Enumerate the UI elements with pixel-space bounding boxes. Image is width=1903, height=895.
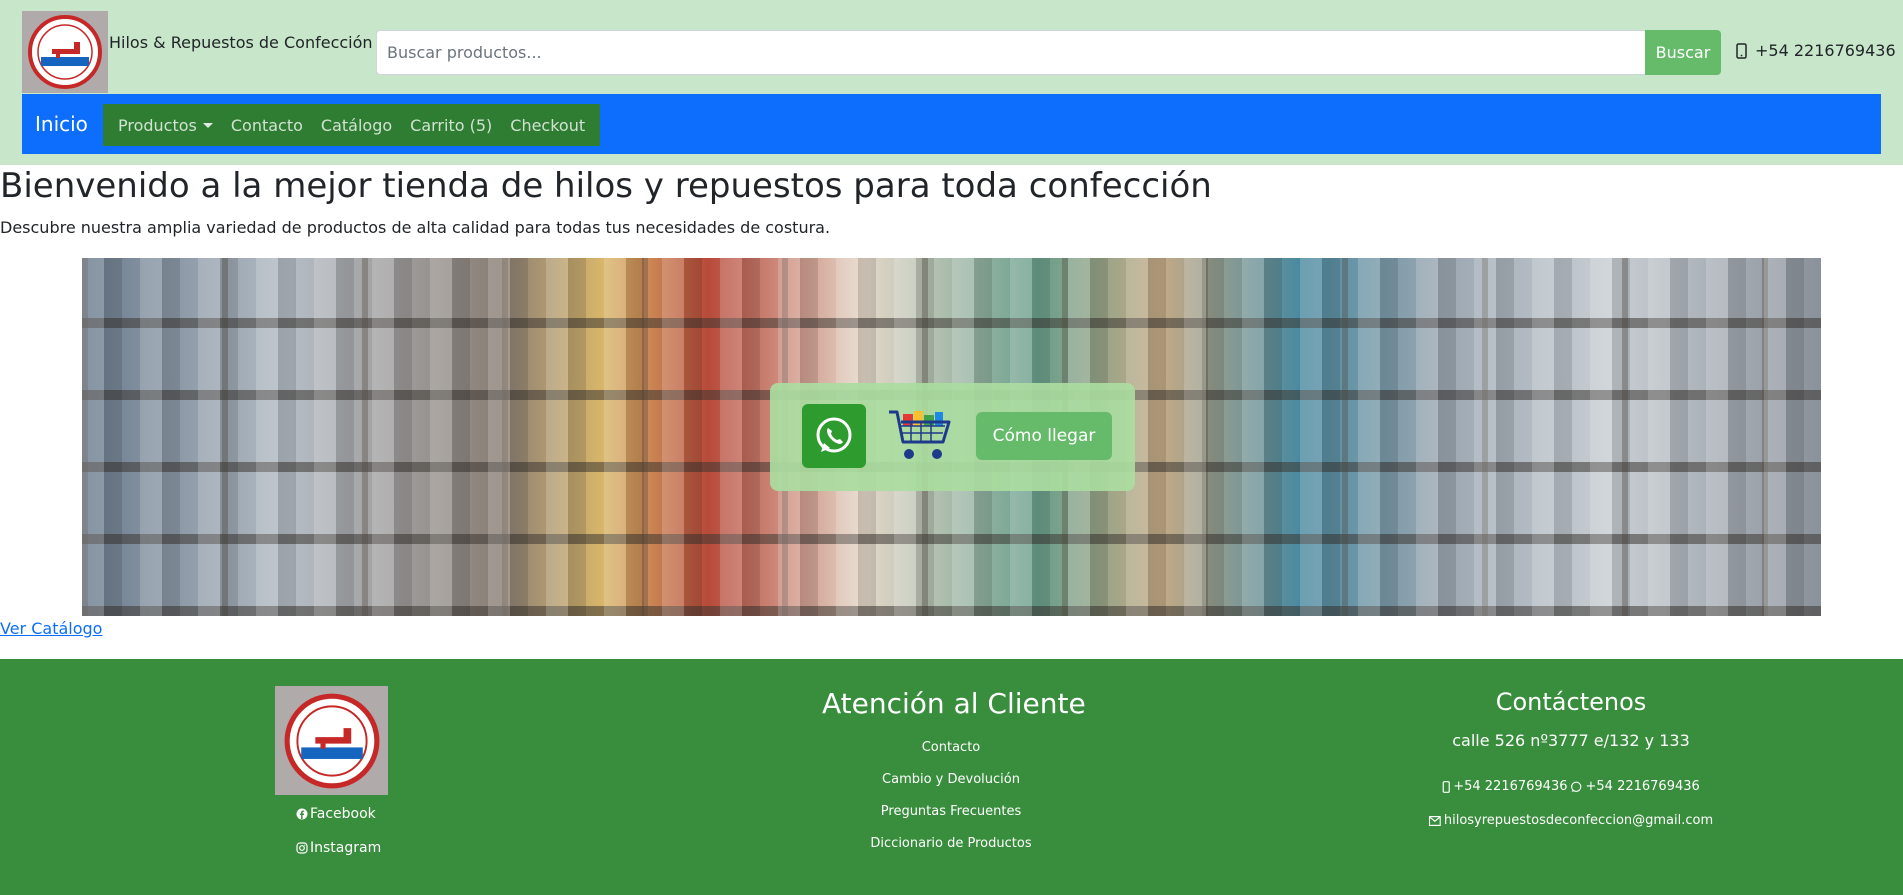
footer-link-contacto[interactable]: Contacto: [922, 740, 981, 755]
whatsapp-icon[interactable]: [802, 404, 866, 468]
instagram-link[interactable]: Instagram: [296, 840, 381, 856]
como-llegar-button[interactable]: Cómo llegar: [976, 412, 1112, 460]
nav-link-carrito[interactable]: Carrito (5): [401, 116, 501, 135]
search-button[interactable]: Buscar: [1645, 30, 1721, 75]
whatsapp-icon: [1571, 781, 1582, 792]
footer-link-diccionario[interactable]: Diccionario de Productos: [870, 836, 1031, 851]
footer-email-address: hilosyrepuestosdeconfeccion@gmail.com: [1443, 813, 1714, 828]
page-title: Bienvenido a la mejor tienda de hilos y …: [0, 166, 1212, 206]
atencion-cliente-title: Atención al Cliente: [822, 687, 1086, 720]
footer-phone-number[interactable]: +54 2216769436: [1453, 779, 1567, 794]
envelope-icon: [1428, 815, 1441, 826]
ver-catalogo-link[interactable]: Ver Catálogo: [0, 619, 102, 638]
nav-link-productos[interactable]: Productos: [109, 116, 222, 135]
mobile-phone-icon: [1736, 42, 1747, 59]
store-banner-image: Cómo llegar: [82, 258, 1821, 616]
nav-links: Productos Contacto Catálogo Carrito (5) …: [103, 104, 601, 146]
facebook-label: Facebook: [310, 806, 376, 822]
footer-phones: +54 2216769436 +54 2216769436: [1442, 779, 1700, 794]
instagram-icon: [296, 842, 308, 854]
nav-link-contacto[interactable]: Contacto: [222, 116, 312, 135]
brand-name: Hilos & Repuestos de Confección: [109, 33, 373, 52]
nav-link-checkout[interactable]: Checkout: [501, 116, 594, 135]
mobile-phone-icon: [1442, 780, 1450, 793]
facebook-icon: [296, 808, 308, 820]
site-footer: Facebook Instagram Atención al Cliente C…: [0, 659, 1903, 895]
footer-address: calle 526 nº3777 e/132 y 133: [1452, 731, 1690, 750]
header-phone-number: +54 2216769436: [1755, 41, 1896, 60]
footer-link-cambio-devolucion[interactable]: Cambio y Devolución: [882, 772, 1020, 787]
page-subtitle: Descubre nuestra amplia variedad de prod…: [0, 218, 831, 237]
footer-email[interactable]: hilosyrepuestosdeconfeccion@gmail.com: [1428, 813, 1714, 828]
footer-logo: [275, 686, 388, 795]
header-phone: +54 2216769436: [1736, 41, 1896, 60]
site-header: Hilos & Repuestos de Confección Buscar +…: [0, 0, 1903, 165]
store-logo[interactable]: [22, 11, 108, 93]
search-input[interactable]: [376, 30, 1646, 75]
instagram-label: Instagram: [310, 840, 382, 856]
shopping-cart-icon[interactable]: [887, 406, 953, 466]
footer-link-preguntas-frecuentes[interactable]: Preguntas Frecuentes: [881, 804, 1021, 819]
nav-link-label: Productos: [118, 115, 197, 135]
facebook-link[interactable]: Facebook: [296, 806, 376, 822]
chevron-down-icon: [202, 122, 213, 128]
nav-brand-inicio[interactable]: Inicio: [35, 112, 88, 136]
action-card: Cómo llegar: [770, 383, 1135, 491]
nav-link-catalogo[interactable]: Catálogo: [312, 116, 401, 135]
main-navbar: Inicio Productos Contacto Catálogo Carri…: [22, 94, 1881, 154]
contactenos-title: Contáctenos: [1495, 688, 1647, 716]
footer-whatsapp-number[interactable]: +54 2216769436: [1586, 779, 1700, 794]
